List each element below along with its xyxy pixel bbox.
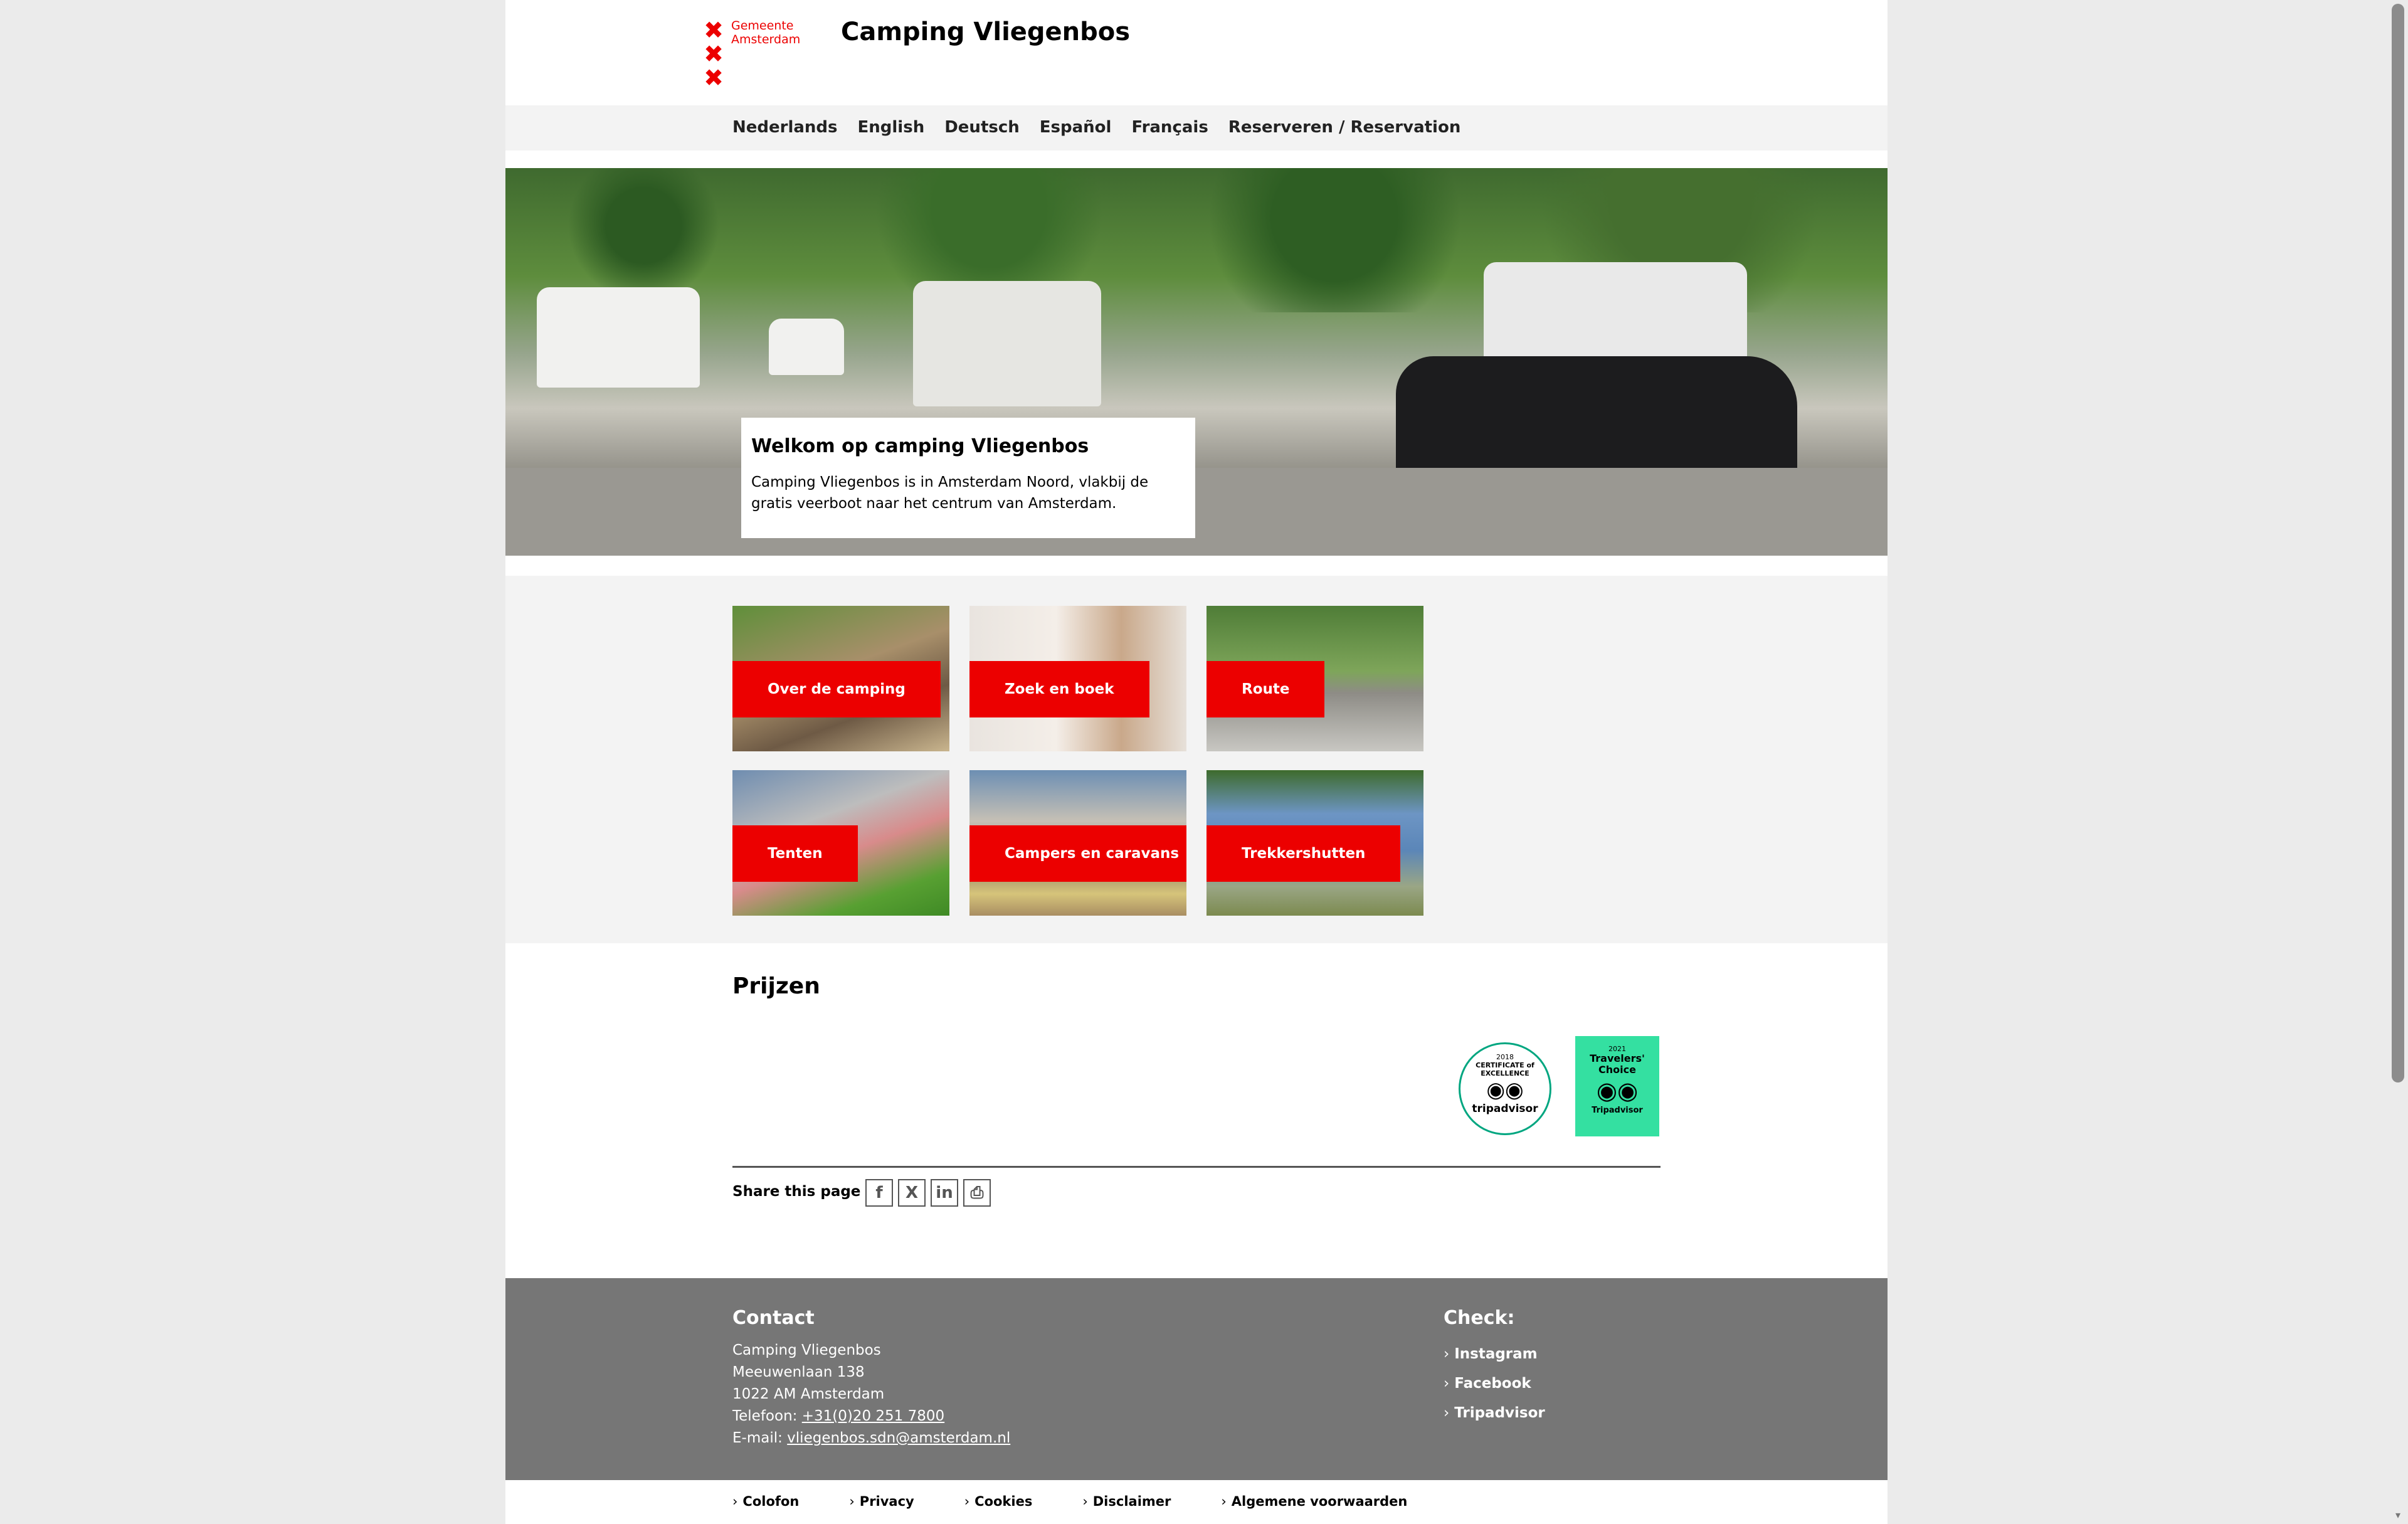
- badge-brand: tripadvisor: [1472, 1103, 1538, 1115]
- scroll-down-icon[interactable]: ▾: [2392, 1509, 2404, 1521]
- x-cross-icon: ✖: [704, 40, 724, 68]
- owl-icon: ◉◉: [1596, 1077, 1639, 1104]
- tile-label: Tenten: [732, 825, 858, 882]
- owl-icon: ◉◉: [1486, 1077, 1524, 1103]
- bottom-link-colofon[interactable]: › Colofon: [732, 1494, 799, 1509]
- logo-text-line2: Amsterdam: [731, 33, 801, 46]
- nav-item-english[interactable]: English: [858, 118, 925, 137]
- bottom-link-cookies[interactable]: › Cookies: [964, 1494, 1033, 1509]
- tile-zoek-en-boek[interactable]: Zoek en boek: [969, 606, 1186, 751]
- tile-tenten[interactable]: Tenten: [732, 770, 949, 916]
- hero-title: Welkom op camping Vliegenbos: [751, 435, 1089, 457]
- contact-title: Contact: [732, 1307, 815, 1329]
- check-item-label: Tripadvisor: [1454, 1405, 1545, 1421]
- language-nav: Nederlands English Deutsch Español Franç…: [505, 105, 1888, 151]
- contact-email-row: E-mail: vliegenbos.sdn@amsterdam.nl: [732, 1427, 1010, 1449]
- nav-item-francais[interactable]: Français: [1131, 118, 1208, 137]
- hero-card: Welkom op camping Vliegenbos Camping Vli…: [741, 418, 1195, 538]
- tile-trekkershutten[interactable]: Trekkershutten: [1207, 770, 1423, 916]
- tile-label: Zoek en boek: [969, 661, 1149, 717]
- email-label: E-mail:: [732, 1430, 788, 1446]
- tripadvisor-certificate-badge[interactable]: 2018 CERTIFICATE of EXCELLENCE ◉◉ tripad…: [1459, 1042, 1551, 1135]
- badge-line2: EXCELLENCE: [1481, 1069, 1529, 1077]
- chevron-right-icon: ›: [732, 1494, 738, 1509]
- hero-camper: [537, 287, 700, 388]
- x-cross-icon: ✖: [704, 16, 724, 44]
- chevron-right-icon: ›: [1444, 1346, 1450, 1362]
- check-item-label: Facebook: [1454, 1375, 1531, 1392]
- tile-label: Over de camping: [732, 661, 941, 717]
- tile-over-de-camping[interactable]: Over de camping: [732, 606, 949, 751]
- contact-city: 1022 AM Amsterdam: [732, 1386, 885, 1402]
- bottom-link-label: Algemene voorwaarden: [1231, 1494, 1408, 1509]
- share-divider: [732, 1166, 1661, 1168]
- facebook-icon[interactable]: f: [865, 1179, 893, 1207]
- hero-ground: [505, 468, 1888, 556]
- amsterdam-logo[interactable]: ✖ ✖ ✖: [702, 16, 725, 92]
- bottom-link-label: Colofon: [742, 1494, 800, 1509]
- tiles-section: Over de camping Zoek en boek Route Tente…: [505, 576, 1888, 943]
- tile-route[interactable]: Route: [1207, 606, 1423, 751]
- nav-item-reservation[interactable]: Reserveren / Reservation: [1228, 118, 1461, 137]
- bottom-link-label: Cookies: [974, 1494, 1033, 1509]
- bottom-links: › Colofon › Privacy › Cookies › Disclaimer ›…: [732, 1494, 1457, 1509]
- contact-name: Camping Vliegenbos: [732, 1342, 881, 1358]
- chevron-right-icon: ›: [964, 1494, 970, 1509]
- nav-item-deutsch[interactable]: Deutsch: [944, 118, 1020, 137]
- badge-line2: Choice: [1598, 1064, 1636, 1076]
- tile-label: Route: [1207, 661, 1325, 717]
- chevron-right-icon: ›: [1221, 1494, 1227, 1509]
- check-item-tripadvisor[interactable]: › Tripadvisor: [1444, 1399, 1545, 1428]
- tile-label: Trekkershutten: [1207, 825, 1401, 882]
- chevron-right-icon: ›: [1444, 1375, 1450, 1392]
- contact-phone-row: Telefoon: +31(0)20 251 7800: [732, 1405, 1010, 1427]
- bottom-link-disclaimer[interactable]: › Disclaimer: [1082, 1494, 1171, 1509]
- hero-image: Welkom op camping Vliegenbos Camping Vli…: [505, 168, 1888, 556]
- site-title[interactable]: Camping Vliegenbos: [841, 18, 1130, 46]
- check-title: Check:: [1444, 1307, 1515, 1329]
- chevron-right-icon: ›: [1444, 1405, 1450, 1421]
- contact-street: Meeuwenlaan 138: [732, 1364, 865, 1380]
- hero-text: Camping Vliegenbos is in Amsterdam Noord…: [751, 474, 1149, 512]
- print-icon[interactable]: ⎙: [963, 1179, 991, 1207]
- prices-title: Prijzen: [732, 973, 820, 999]
- bottom-link-label: Privacy: [859, 1494, 914, 1509]
- check-item-label: Instagram: [1454, 1346, 1538, 1362]
- logo-text: Gemeente Amsterdam: [731, 19, 800, 46]
- bottom-link-privacy[interactable]: › Privacy: [849, 1494, 914, 1509]
- tile-campers-en-caravans[interactable]: Campers en caravans: [969, 770, 1186, 916]
- nav-item-nederlands[interactable]: Nederlands: [732, 118, 838, 137]
- nav-item-espanol[interactable]: Español: [1040, 118, 1112, 137]
- badge-brand: Tripadvisor: [1592, 1106, 1643, 1115]
- x-icon[interactable]: X: [898, 1179, 926, 1207]
- phone-link[interactable]: +31(0)20 251 7800: [802, 1408, 944, 1424]
- share-icons: f X in ⎙: [865, 1179, 991, 1207]
- bottom-link-voorwaarden[interactable]: › Algemene voorwaarden: [1221, 1494, 1407, 1509]
- badge-year: 2018: [1496, 1053, 1514, 1061]
- site-header: ✖ ✖ ✖ Gemeente Amsterdam Camping Vliegen…: [505, 0, 1888, 105]
- tripadvisor-travelers-choice-badge[interactable]: 2021 Travelers' Choice ◉◉ Tripadvisor: [1575, 1036, 1659, 1136]
- badge-line1: CERTIFICATE of: [1476, 1061, 1534, 1069]
- hero-camper: [913, 281, 1101, 406]
- x-cross-icon: ✖: [704, 64, 724, 92]
- badge-line1: Travelers': [1590, 1052, 1645, 1064]
- phone-label: Telefoon:: [732, 1408, 802, 1424]
- contact-details: Camping Vliegenbos Meeuwenlaan 138 1022 …: [732, 1340, 1010, 1449]
- share-label: Share this page: [732, 1183, 861, 1200]
- tile-label: Campers en caravans: [969, 825, 1186, 882]
- chevron-right-icon: ›: [1082, 1494, 1088, 1509]
- scrollbar-track[interactable]: ▾: [2388, 0, 2408, 1524]
- email-link[interactable]: vliegenbos.sdn@amsterdam.nl: [787, 1430, 1010, 1446]
- check-list: › Instagram › Facebook › Tripadvisor: [1444, 1340, 1545, 1428]
- chevron-right-icon: ›: [849, 1494, 855, 1509]
- hero-camper: [769, 319, 844, 375]
- bottom-link-label: Disclaimer: [1092, 1494, 1171, 1509]
- logo-text-line1: Gemeente: [731, 19, 794, 33]
- check-item-instagram[interactable]: › Instagram: [1444, 1340, 1545, 1369]
- footer: Contact Camping Vliegenbos Meeuwenlaan 1…: [505, 1278, 1888, 1480]
- check-item-facebook[interactable]: › Facebook: [1444, 1369, 1545, 1399]
- linkedin-icon[interactable]: in: [931, 1179, 958, 1207]
- page: ✖ ✖ ✖ Gemeente Amsterdam Camping Vliegen…: [505, 0, 1888, 1524]
- scrollbar-thumb[interactable]: [2392, 4, 2404, 1082]
